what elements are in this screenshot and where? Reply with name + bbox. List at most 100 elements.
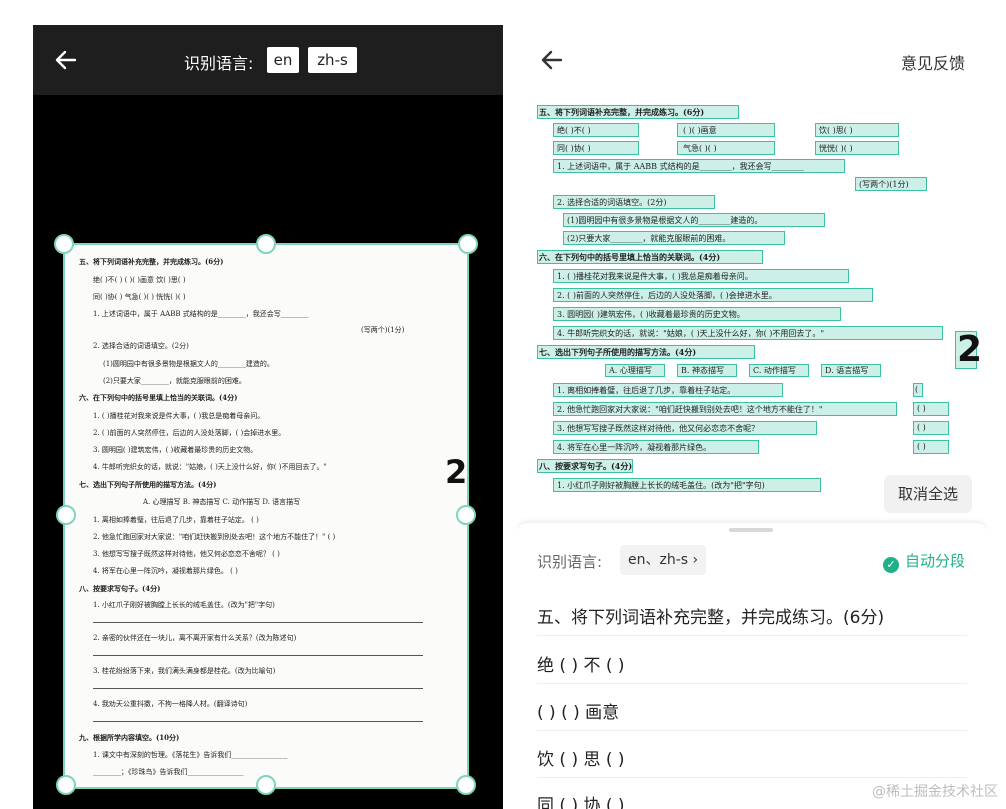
doc-line: 五、将下列词语补充完整，并完成练习。(6分) (79, 257, 224, 266)
result-paragraph[interactable]: 同 ( ) 协 ( ) (537, 791, 625, 809)
scan-line: 1. ( )播桂花对我来说是件大事，( )我总是痴着母亲问。 (557, 272, 753, 281)
doc-line: 4. 将军在心里一阵沉吟，凝视着那片绿色。 ( ) (93, 567, 238, 575)
crop-handle-top-right[interactable] (458, 234, 478, 254)
crop-handle-right[interactable] (456, 505, 476, 525)
doc-line: (写两个)(1分) (361, 326, 405, 334)
scan-line: 3. 他想写写搜子既然这样对待他，他又何必恋恋不舍呢？ (557, 424, 760, 433)
doc-line: (2)只要大家________，就能克服眼前的困难。 (103, 377, 246, 385)
scan-line: ( ) (917, 423, 926, 432)
doc-line: 2. ( )前面的人突然停住，后边的人没处落脚，( )会掉进水里。 (93, 429, 286, 437)
crop-handle-bottom[interactable] (256, 775, 276, 795)
scan-line: 1. 上述词语中，属于 AABB 式结构的是________，我还会写_____… (557, 162, 804, 171)
scan-line: 七、选出下列句子所使用的描写方法。(4分) (539, 347, 697, 357)
crop-handle-top-left[interactable] (54, 234, 74, 254)
recognition-language-label: 识别语言: (537, 553, 603, 571)
crop-handle-left[interactable] (56, 505, 76, 525)
doc-line: 4. 牛郎听完织女的话，就说："姑娘，( )天上没什么好，你( )不用回去了。" (93, 463, 327, 471)
scan-line: 4. 将军在心里一阵沉吟，凝视着那片绿色。 (557, 443, 712, 452)
screenshot-stage: 识别语言: en zh-s 五、将下列词语补充完整，并完成练习。(6分) 绝( … (0, 0, 1006, 809)
document-crop-area[interactable]: 五、将下列词语补充完整，并完成练习。(6分) 绝( )不( ) ( )( )画意… (63, 243, 469, 789)
scan-line: 恍恍( )( ) (819, 144, 853, 153)
scan-line: 1. 离相如捧着璧，往后退了几步，靠着柱子站定。 (557, 386, 736, 395)
paragraph-divider (537, 777, 967, 778)
doc-line: 八、按要求写句子。(4分) (79, 584, 161, 593)
crop-handle-top[interactable] (256, 234, 276, 254)
crop-screen: 识别语言: en zh-s 五、将下列词语补充完整，并完成练习。(6分) 绝( … (33, 25, 503, 809)
doc-line: 2. 他急忙跑回家对大家说："咱们赶快搬到别处去吧！这个地方不能住了！" ( ) (93, 533, 336, 541)
recognition-result-screen: 意见反馈 五、将下列词语补充完整，并完成练习。(6分) 绝( )不( ) ( )… (517, 25, 987, 809)
result-paragraph[interactable]: 绝 ( ) 不 ( ) (537, 651, 625, 676)
scan-line: 4. 牛郎听完织女的话，就说："姑娘，( )天上没什么好，你( )不用回去了。" (557, 329, 825, 338)
doc-line: 1. 离相如捧着璧，往后退了几步，靠着柱子站定。 ( ) (93, 516, 259, 524)
doc-line: 九、根据所学内容填空。(10分) (79, 733, 180, 742)
answer-line (93, 721, 423, 722)
paragraph-divider (537, 683, 967, 684)
scan-line: 八、按要求写句子。(4分) (539, 461, 633, 471)
result-paragraph[interactable]: 五、将下列词语补充完整，并完成练习。(6分) (537, 603, 884, 628)
doc-line: 2. 亲密的伙伴还在一块儿，离不离开家有什么关系？(改为陈述句) (93, 634, 297, 642)
doc-line: 2. 选择合适的词语填空。(2分) (93, 342, 189, 350)
doc-line: 1. 上述词语中，属于 AABB 式结构的是________，我还会写_____… (93, 310, 309, 318)
doc-line: 1. 课文中有深刻的哲理。《落花生》告诉我们________________ (93, 751, 288, 759)
crop-top-bar: 识别语言: en zh-s (33, 25, 503, 95)
doc-line: 3. 他想写写搜子既然这样对待他，他又何必恋恋不舍呢？ ( ) (93, 550, 280, 558)
scan-line: (1)圆明园中有很多景物是根据文人的________建造的。 (567, 216, 763, 225)
scan-line: 2. ( )前面的人突然停住，后边的人没处落脚，( )会掉进水里。 (557, 291, 777, 300)
auto-segment-label: 自动分段 (904, 552, 965, 570)
doc-line: 1. 小红爪子刚好被胸膛上长长的绒毛盖住。(改为"把"字句) (93, 601, 275, 609)
result-paragraph[interactable]: 饮 ( ) 思 ( ) (537, 745, 625, 770)
doc-line: (1)圆明园中有很多景物是根据文人的________建造的。 (103, 360, 274, 368)
scan-line: 同( )协( ) (557, 144, 591, 153)
result-paragraph[interactable]: ( ) ( ) 画意 (537, 698, 619, 723)
page-number: 2 (957, 329, 983, 370)
watermark: @稀土掘金技术社区 (872, 784, 998, 800)
language-chip-en[interactable]: en (267, 47, 299, 73)
scan-line: 五、将下列词语补充完整，并完成练习。(6分) (539, 107, 705, 117)
scan-line: (2)只要大家________，就能克服眼前的困难。 (567, 234, 731, 243)
scan-line: ( ) (917, 404, 926, 413)
answer-line (93, 655, 423, 656)
scan-line: A. 心理描写 (609, 366, 652, 375)
doc-line: 3. 桂花纷纷落下来，我们满头满身都是桂花。(改为比喻句) (93, 667, 276, 675)
scan-line: 绝( )不( ) (557, 126, 591, 135)
back-arrow-icon[interactable] (539, 47, 565, 73)
sheet-drag-handle[interactable] (729, 528, 773, 532)
doc-line: 3. 圆明园( )建筑宏伟，( )收藏着最珍贵的历史文物。 (93, 446, 258, 454)
scan-line: ( )( )画意 (683, 126, 717, 135)
scan-line: 1. 小红爪子刚好被胸膛上长长的绒毛盖住。(改为"把"字句) (557, 481, 765, 490)
crop-handle-bottom-right[interactable] (456, 775, 476, 795)
doc-line: 绝( )不( ) ( )( )画意 饮( )思( ) (93, 276, 186, 284)
doc-line: ________；《珍珠鸟》告诉我们________________ (93, 768, 244, 776)
scan-line: 饮( )思( ) (819, 126, 853, 135)
doc-line: 4. 我劝天公重抖擞，不拘一格降人材。(翻译诗句) (93, 700, 248, 708)
back-arrow-icon[interactable] (53, 47, 79, 73)
paragraph-divider (537, 730, 967, 731)
doc-line: 1. ( )播桂花对我来说是件大事，( )我总是痴着母亲问。 (93, 412, 265, 420)
deselect-all-button[interactable]: 取消全选 (884, 475, 972, 513)
auto-segment-toggle[interactable]: ✓ 自动分段 (882, 550, 965, 573)
language-chip-zh[interactable]: zh-s (308, 47, 357, 73)
scan-line: 3. 圆明园( )建筑宏伟，( )收藏着最珍贵的历史文物。 (557, 310, 745, 319)
scan-line: D. 语言描写 (825, 366, 869, 375)
check-circle-icon: ✓ (882, 557, 899, 573)
chevron-right-icon: › (692, 552, 699, 568)
scan-line: C. 动作描写 (753, 366, 796, 375)
result-bottom-sheet: 识别语言: en、zh-s › ✓ 自动分段 五、将下列词语补充完整，并完成练习。… (517, 523, 987, 809)
answer-line (93, 622, 423, 623)
scan-line: 2. 他急忙跑回家对大家说："咱们赶快搬到别处去吧！这个地方不能住了！" (557, 405, 823, 414)
language-value: en、zh-s (628, 552, 689, 568)
feedback-button[interactable]: 意见反馈 (901, 50, 965, 74)
scan-line: (写两个)(1分) (859, 180, 909, 189)
scanned-document: 五、将下列词语补充完整，并完成练习。(6分) 绝( )不( ) ( )( )画意… (535, 101, 985, 521)
paragraph-divider (537, 635, 967, 636)
language-selector[interactable]: en、zh-s › (620, 545, 707, 575)
scan-line: 六、在下列句中的括号里填上恰当的关联词。(4分) (539, 252, 721, 262)
page-number: 2 (445, 453, 468, 491)
scan-line: 气急( )( ) (683, 144, 717, 153)
crop-handle-bottom-left[interactable] (56, 775, 76, 795)
doc-line: A. 心理描写 B. 神态描写 C. 动作描写 D. 语言描写 (143, 498, 301, 506)
scan-line: ( ) (917, 442, 926, 451)
scan-line: B. 神态描写 (681, 366, 724, 375)
doc-line: 七、选出下列句子所使用的描写方法。(4分) (79, 480, 217, 489)
doc-line: 同( )协( ) 气急( )( ) 恍恍( )( ) (93, 293, 186, 301)
